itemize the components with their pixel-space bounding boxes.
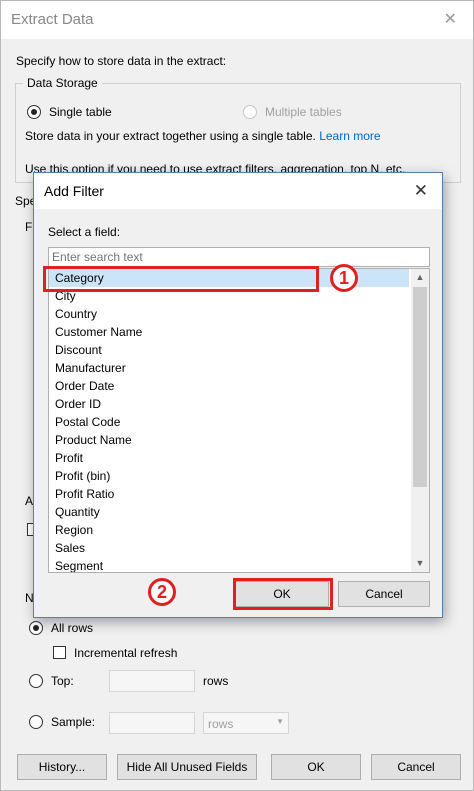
field-list[interactable]: Category City Country Customer Name Discount… [48, 268, 430, 573]
scroll-down-icon[interactable]: ▼ [411, 555, 429, 572]
chevron-down-icon: ▼ [276, 717, 284, 726]
select-field-label: Select a field: [48, 225, 121, 239]
sample-label: Sample: [51, 715, 96, 729]
sample-unit-value: rows [208, 717, 234, 731]
field-list-item[interactable]: Customer Name [49, 323, 409, 341]
field-list-scrollbar[interactable]: ▲ ▼ [411, 269, 429, 572]
history-button[interactable]: History... [17, 754, 107, 780]
top-radio[interactable] [29, 674, 43, 688]
single-table-radio[interactable] [27, 105, 41, 119]
field-list-item[interactable]: Region [49, 521, 409, 539]
learn-more-link[interactable]: Learn more [319, 129, 380, 143]
window-close-icon[interactable]: ✕ [444, 9, 457, 29]
extract-intro-text: Specify how to store data in the extract… [16, 54, 227, 68]
ok-highlight-box [233, 578, 333, 610]
window-title: Extract Data [11, 11, 94, 28]
field-list-item[interactable]: Profit (bin) [49, 467, 409, 485]
top-rows-input[interactable] [109, 670, 195, 692]
field-list-item[interactable]: Order Date [49, 377, 409, 395]
field-list-item[interactable]: Profit Ratio [49, 485, 409, 503]
sample-radio[interactable] [29, 715, 43, 729]
filters-partial-label: F [25, 220, 33, 234]
data-storage-label: Data Storage [23, 76, 102, 90]
scroll-up-icon[interactable]: ▲ [411, 269, 429, 286]
field-search-box[interactable] [48, 247, 430, 267]
all-rows-radio[interactable] [29, 621, 43, 635]
field-list-item[interactable]: Segment [49, 557, 409, 572]
field-list-items: Category City Country Customer Name Discount… [49, 269, 409, 572]
top-rows-unit: rows [203, 674, 229, 688]
incremental-refresh-checkbox[interactable] [53, 646, 66, 659]
field-list-item[interactable]: Sales [49, 539, 409, 557]
window-cancel-button[interactable]: Cancel [371, 754, 461, 780]
field-list-item[interactable]: Quantity [49, 503, 409, 521]
field-list-item[interactable]: Order ID [49, 395, 409, 413]
field-list-item[interactable]: Profit [49, 449, 409, 467]
multiple-tables-radio[interactable] [243, 105, 257, 119]
field-list-item[interactable]: Manufacturer [49, 359, 409, 377]
field-list-item[interactable]: Country [49, 305, 409, 323]
field-list-item[interactable]: Product Name [49, 431, 409, 449]
single-table-description: Store data in your extract together usin… [25, 129, 381, 143]
incremental-refresh-label: Incremental refresh [74, 646, 178, 660]
add-filter-dialog: Add Filter ✕ Select a field: CategoryCit… [33, 172, 443, 618]
window-title-bar: Extract Data [1, 1, 473, 39]
dialog-title-bar: Add Filter [34, 173, 442, 209]
field-list-item[interactable]: Postal Code [49, 413, 409, 431]
hide-all-unused-fields-button[interactable]: Hide All Unused Fields [117, 754, 257, 780]
category-highlight-box [43, 266, 319, 292]
step-1-badge: 1 [330, 264, 358, 292]
step-2-badge: 2 [148, 578, 176, 606]
top-label: Top: [51, 674, 74, 688]
sample-unit-dropdown[interactable]: rows ▼ [203, 712, 289, 734]
single-table-desc-text: Store data in your extract together usin… [25, 129, 316, 143]
aggregation-partial-label: A [25, 494, 34, 508]
field-search-input[interactable] [49, 248, 429, 266]
dialog-close-icon[interactable]: ✕ [414, 181, 428, 201]
dialog-cancel-button[interactable]: Cancel [338, 581, 430, 607]
sample-count-input[interactable] [109, 712, 195, 734]
window-ok-button[interactable]: OK [271, 754, 361, 780]
scrollbar-thumb[interactable] [413, 287, 427, 487]
all-rows-label: All rows [51, 621, 94, 635]
field-list-item[interactable]: Discount [49, 341, 409, 359]
dialog-title: Add Filter [44, 183, 104, 199]
single-table-label: Single table [49, 105, 112, 119]
multiple-tables-label: Multiple tables [265, 105, 342, 119]
